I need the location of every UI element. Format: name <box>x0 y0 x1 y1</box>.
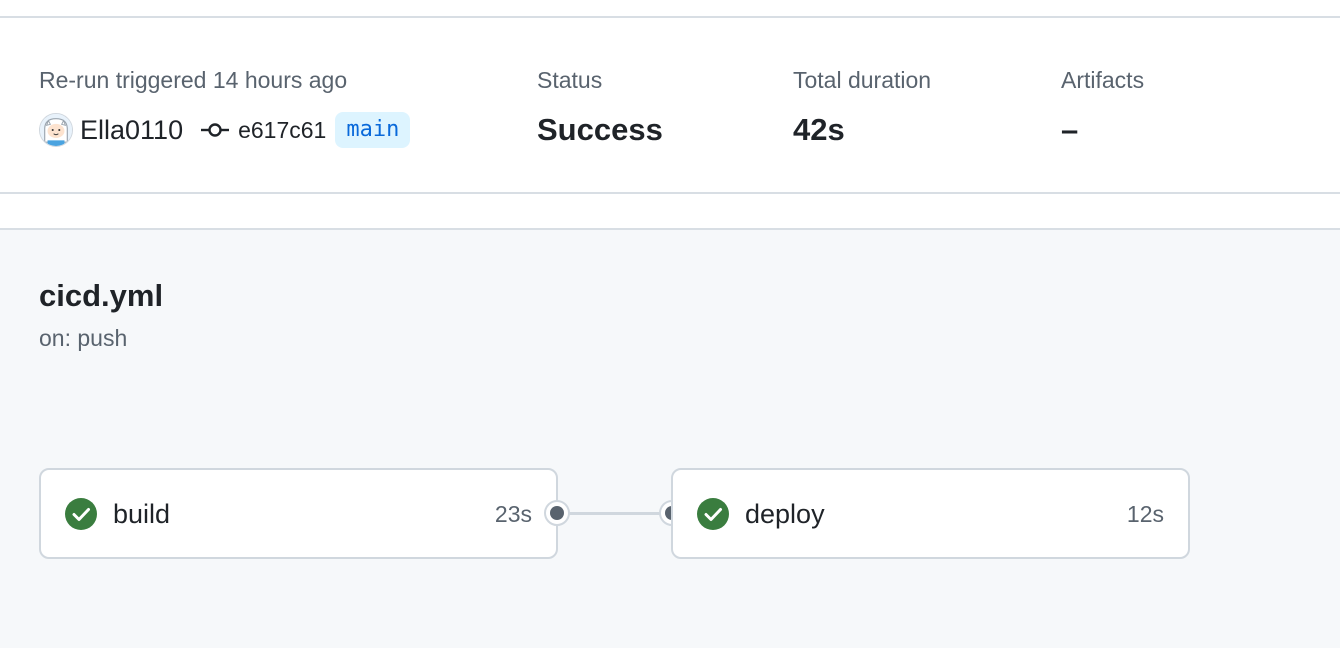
duration-label: Total duration <box>793 67 932 93</box>
check-circle-icon <box>697 498 729 530</box>
artifacts-label: Artifacts <box>1061 67 1145 93</box>
artifacts-info: Artifacts – <box>1061 66 1144 148</box>
run-summary-card: Re-run triggered 14 hours ago Ella0110 e… <box>0 16 1340 194</box>
status-info: Status Success <box>537 66 663 148</box>
status-value: Success <box>537 112 663 147</box>
workflow-graph-panel: cicd.yml on: push build 23s deploy 12s <box>0 228 1340 648</box>
trigger-info: Re-run triggered 14 hours ago Ella0110 e… <box>39 66 411 148</box>
trigger-details: Ella0110 e617c61 main <box>39 112 411 148</box>
workflow-trigger: on: push <box>39 325 128 351</box>
workflow-file-name[interactable]: cicd.yml <box>39 278 163 314</box>
actor-name[interactable]: Ella0110 <box>80 115 183 146</box>
trigger-label: Re-run triggered 14 hours ago <box>39 67 348 93</box>
check-circle-icon <box>65 498 97 530</box>
artifacts-value: – <box>1061 112 1079 147</box>
job-duration: 12s <box>1126 501 1164 527</box>
job-connector-line <box>558 512 672 515</box>
branch-badge[interactable]: main <box>335 112 411 148</box>
connector-dot-icon <box>544 500 570 526</box>
job-card-build[interactable]: build 23s <box>39 468 558 559</box>
job-card-deploy[interactable]: deploy 12s <box>671 468 1190 559</box>
commit-sha-link[interactable]: e617c61 <box>238 117 326 144</box>
duration-value: 42s <box>793 112 845 147</box>
job-name: deploy <box>745 499 825 529</box>
duration-info: Total duration 42s <box>793 66 931 148</box>
git-commit-icon <box>200 120 230 140</box>
job-duration: 23s <box>494 501 532 527</box>
finn-avatar-icon[interactable] <box>39 113 73 147</box>
status-label: Status <box>537 67 603 93</box>
job-name: build <box>113 499 171 529</box>
